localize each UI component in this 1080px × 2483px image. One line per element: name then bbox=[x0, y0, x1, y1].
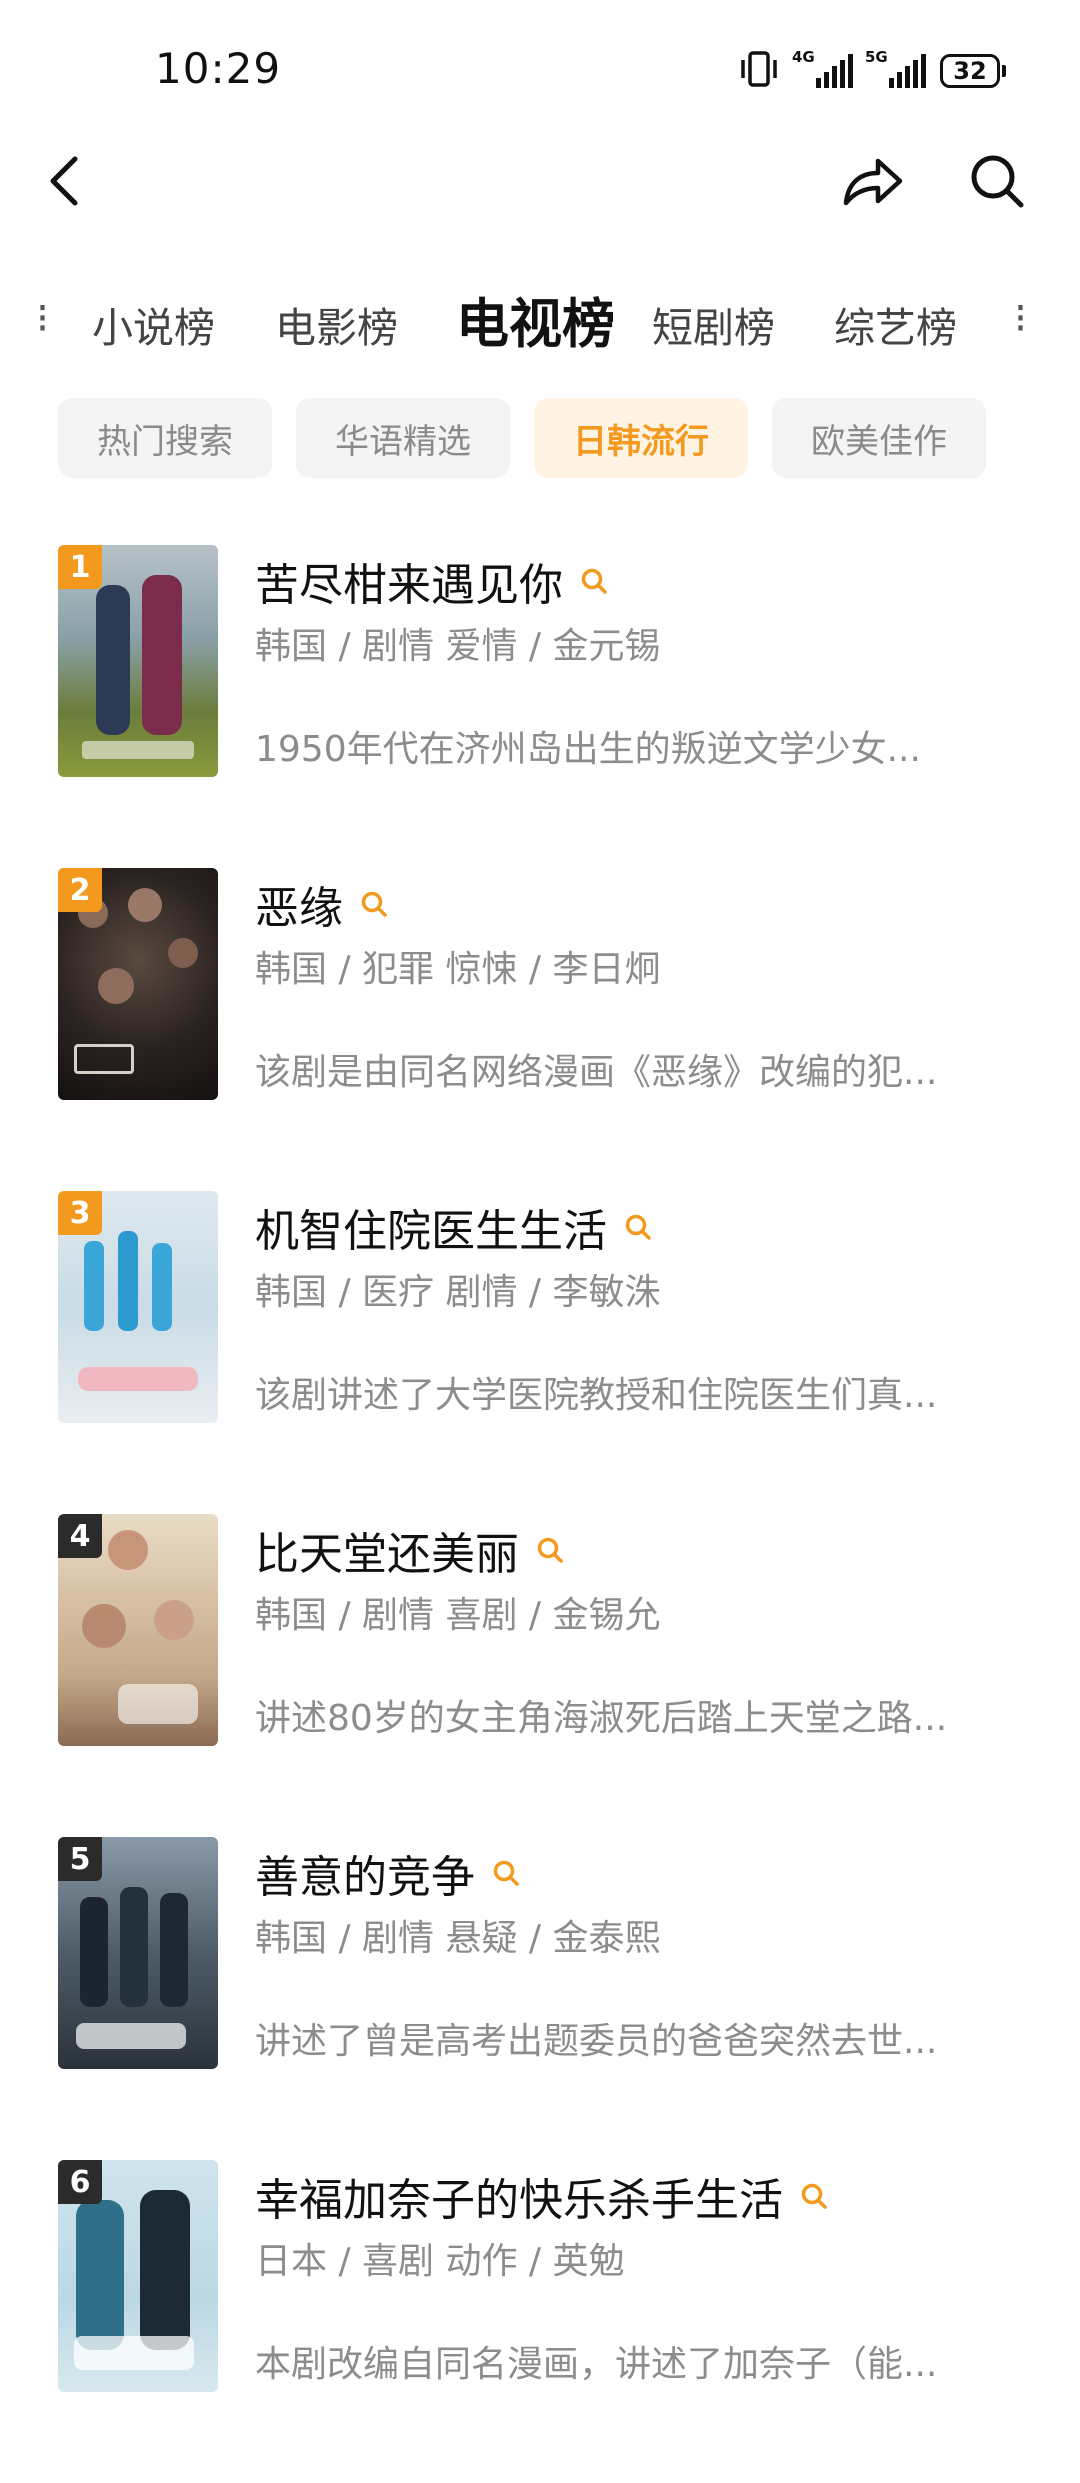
list-item[interactable]: 2 恶缘 韩国 / 犯罪 惊悚 / 李日炯 该剧是由同名网络漫画《恶缘》改编的犯… bbox=[0, 868, 1080, 1191]
search-icon[interactable] bbox=[623, 1212, 653, 1242]
share-arrow-icon bbox=[842, 155, 904, 211]
tab-partial-left[interactable]: ⁝ bbox=[36, 294, 46, 342]
tab-partial-right[interactable]: ⁝ bbox=[1014, 294, 1028, 342]
list-item[interactable]: 3 机智住院医生生活 韩国 / 医疗 剧情 / 李敏洙 该剧讲述了大学医院教授和… bbox=[0, 1191, 1080, 1514]
search-button[interactable] bbox=[962, 148, 1032, 218]
item-meta: 韩国 / 剧情 爱情 / 金元锡 bbox=[255, 626, 661, 667]
rank-badge: 3 bbox=[58, 1191, 102, 1235]
chevron-left-icon bbox=[45, 153, 85, 213]
item-description: 讲述了曾是高考出题委员的爸爸突然去世... bbox=[255, 2021, 938, 2062]
signal-5g-icon: 5G bbox=[865, 48, 926, 88]
search-icon bbox=[968, 152, 1026, 214]
rank-badge: 2 bbox=[58, 868, 102, 912]
item-description: 该剧讲述了大学医院教授和住院医生们真... bbox=[255, 1375, 938, 1416]
status-time: 10:29 bbox=[155, 44, 282, 93]
item-description: 1950年代在济州岛出生的叛逆文学少女... bbox=[255, 729, 921, 770]
list-item[interactable]: 4 比天堂还美丽 韩国 / 剧情 喜剧 / 金锡允 讲述80岁的女主角海淑死后踏… bbox=[0, 1514, 1080, 1837]
sub-category-chips: 热门搜索 华语精选 日韩流行 欧美佳作 bbox=[58, 398, 986, 478]
item-title: 恶缘 bbox=[255, 872, 389, 936]
list-item[interactable]: 1 苦尽柑来遇见你 韩国 / 剧情 爱情 / 金元锡 1950年代在济州岛出生的… bbox=[0, 545, 1080, 868]
poster-image: 4 bbox=[58, 1514, 218, 1746]
tab-variety[interactable]: 综艺榜 bbox=[834, 294, 957, 354]
rank-badge: 1 bbox=[58, 545, 102, 589]
item-meta: 日本 / 喜剧 动作 / 英勉 bbox=[255, 2241, 625, 2282]
share-button[interactable] bbox=[838, 148, 908, 218]
search-icon[interactable] bbox=[799, 2181, 829, 2211]
chip-western[interactable]: 欧美佳作 bbox=[772, 398, 986, 478]
item-meta: 韩国 / 医疗 剧情 / 李敏洙 bbox=[255, 1272, 661, 1313]
item-title: 机智住院医生生活 bbox=[255, 1195, 653, 1259]
item-title: 幸福加奈子的快乐杀手生活 bbox=[255, 2164, 829, 2228]
search-icon[interactable] bbox=[359, 889, 389, 919]
signal-4g-icon: 4G bbox=[792, 48, 853, 88]
back-button[interactable] bbox=[30, 148, 100, 218]
search-icon[interactable] bbox=[535, 1535, 565, 1565]
poster-image: 5 bbox=[58, 1837, 218, 2069]
list-item[interactable]: 5 善意的竞争 韩国 / 剧情 悬疑 / 金泰熙 讲述了曾是高考出题委员的爸爸突… bbox=[0, 1837, 1080, 2160]
item-title: 苦尽柑来遇见你 bbox=[255, 549, 609, 613]
item-description: 讲述80岁的女主角海淑死后踏上天堂之路... bbox=[255, 1698, 948, 1739]
poster-image: 1 bbox=[58, 545, 218, 777]
rank-badge: 4 bbox=[58, 1514, 102, 1558]
battery-level: 32 bbox=[940, 54, 1000, 88]
item-description: 本剧改编自同名漫画，讲述了加奈子（能... bbox=[255, 2344, 938, 2385]
ranking-list: 1 苦尽柑来遇见你 韩国 / 剧情 爱情 / 金元锡 1950年代在济州岛出生的… bbox=[0, 545, 1080, 2483]
rank-badge: 5 bbox=[58, 1837, 102, 1881]
tab-short-drama[interactable]: 短剧榜 bbox=[652, 294, 775, 354]
tab-novel[interactable]: 小说榜 bbox=[92, 294, 215, 354]
vibrate-icon bbox=[738, 50, 780, 92]
chip-jp-kr[interactable]: 日韩流行 bbox=[534, 398, 748, 478]
search-icon[interactable] bbox=[491, 1858, 521, 1888]
item-meta: 韩国 / 犯罪 惊悚 / 李日炯 bbox=[255, 949, 661, 990]
item-title: 比天堂还美丽 bbox=[255, 1518, 565, 1582]
item-title: 善意的竞争 bbox=[255, 1841, 521, 1905]
item-meta: 韩国 / 剧情 喜剧 / 金锡允 bbox=[255, 1595, 661, 1636]
category-tabs: ⁝ 小说榜 电影榜 电视榜 短剧榜 综艺榜 ⁝ bbox=[0, 282, 1080, 362]
poster-image: 6 bbox=[58, 2160, 218, 2392]
tab-movie[interactable]: 电影榜 bbox=[275, 294, 398, 354]
item-meta: 韩国 / 剧情 悬疑 / 金泰熙 bbox=[255, 1918, 661, 1959]
poster-image: 2 bbox=[58, 868, 218, 1100]
rank-badge: 6 bbox=[58, 2160, 102, 2204]
status-icons: 4G 5G 32 bbox=[738, 48, 1006, 92]
tab-tv[interactable]: 电视榜 bbox=[456, 282, 615, 358]
top-nav bbox=[0, 130, 1080, 230]
search-icon[interactable] bbox=[579, 566, 609, 596]
list-item[interactable]: 6 幸福加奈子的快乐杀手生活 日本 / 喜剧 动作 / 英勉 本剧改编自同名漫画… bbox=[0, 2160, 1080, 2483]
item-description: 该剧是由同名网络漫画《恶缘》改编的犯... bbox=[255, 1052, 938, 1093]
status-bar: 10:29 4G 5G 32 bbox=[0, 0, 1080, 140]
chip-chinese[interactable]: 华语精选 bbox=[296, 398, 510, 478]
poster-image: 3 bbox=[58, 1191, 218, 1423]
chip-hot-search[interactable]: 热门搜索 bbox=[58, 398, 272, 478]
battery-icon: 32 bbox=[940, 54, 1006, 88]
